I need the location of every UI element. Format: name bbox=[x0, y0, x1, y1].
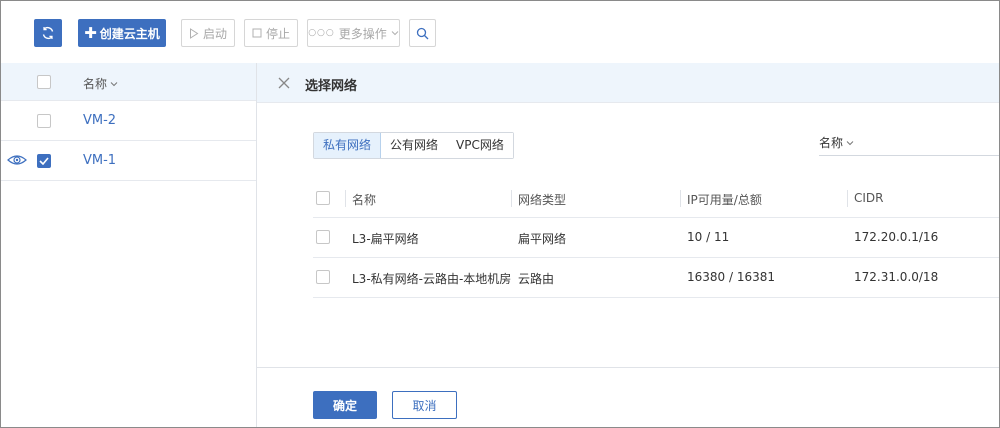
tab-vpc-network[interactable]: VPC网络 bbox=[447, 133, 513, 158]
toolbar: ✚ 创建云主机 启动 停止 ○○○ 更多操作 bbox=[1, 1, 999, 63]
vm-name-link[interactable]: VM-2 bbox=[83, 113, 116, 128]
confirm-button[interactable]: 确定 bbox=[313, 391, 377, 419]
tab-public-network[interactable]: 公有网络 bbox=[381, 133, 448, 158]
vm-checkbox-checked[interactable] bbox=[37, 154, 51, 168]
row-checkbox[interactable] bbox=[316, 270, 330, 284]
plus-icon: ✚ bbox=[84, 23, 97, 42]
vm-list-item[interactable]: VM-2 bbox=[1, 101, 256, 141]
name-column-header[interactable]: 名称 bbox=[83, 75, 118, 92]
refresh-icon bbox=[42, 26, 54, 40]
start-button[interactable]: 启动 bbox=[181, 19, 235, 47]
create-vm-button[interactable]: ✚ 创建云主机 bbox=[78, 19, 166, 47]
chevron-down-icon bbox=[110, 81, 118, 86]
cancel-button[interactable]: 取消 bbox=[392, 391, 457, 419]
sort-label: 名称 bbox=[819, 134, 854, 151]
table-row[interactable]: L3-扁平网络 扁平网络 10 / 11 172.20.0.1/16 bbox=[313, 218, 999, 258]
ip-usage: 10 / 11 bbox=[687, 230, 730, 244]
column-divider bbox=[847, 190, 848, 207]
row-checkbox[interactable] bbox=[316, 230, 330, 244]
column-header-cidr: CIDR bbox=[854, 191, 884, 205]
column-divider bbox=[511, 190, 512, 207]
stop-label: 停止 bbox=[265, 26, 290, 41]
stop-icon bbox=[252, 28, 262, 38]
column-header-ip-usage: IP可用量/总额 bbox=[687, 193, 762, 207]
more-actions-label: 更多操作 bbox=[338, 26, 387, 41]
network-name: L3-扁平网络 bbox=[352, 232, 419, 246]
drawer-footer: 确定 取消 bbox=[257, 367, 999, 427]
table-header-row: 名称 网络类型 IP可用量/总额 CIDR bbox=[313, 180, 999, 218]
cidr: 172.20.0.1/16 bbox=[854, 230, 939, 244]
app-window: ✚ 创建云主机 启动 停止 ○○○ 更多操作 名称 VM-2 VM-1 选择网络… bbox=[0, 0, 1000, 428]
network-type: 扁平网络 bbox=[518, 232, 567, 246]
column-divider bbox=[345, 190, 346, 207]
vm-list-panel: 名称 VM-2 VM-1 bbox=[1, 63, 256, 427]
network-table: 名称 网络类型 IP可用量/总额 CIDR L3-扁平网络 扁平网络 10 / … bbox=[313, 180, 999, 298]
column-header-name: 名称 bbox=[352, 193, 377, 207]
more-actions-button[interactable]: ○○○ 更多操作 bbox=[307, 19, 400, 47]
check-icon bbox=[39, 157, 49, 165]
network-type: 云路由 bbox=[518, 272, 555, 286]
tab-private-network[interactable]: 私有网络 bbox=[314, 133, 382, 158]
play-icon bbox=[189, 27, 199, 39]
search-icon bbox=[416, 27, 429, 39]
column-divider bbox=[680, 190, 681, 207]
refresh-button[interactable] bbox=[34, 19, 62, 47]
vm-checkbox[interactable] bbox=[37, 114, 51, 128]
table-row[interactable]: L3-私有网络-云路由-本地机房 云路由 16380 / 16381 172.3… bbox=[313, 258, 999, 298]
chevron-down-icon bbox=[391, 31, 399, 36]
select-all-checkbox[interactable] bbox=[37, 75, 51, 89]
start-label: 启动 bbox=[202, 26, 227, 41]
vm-list-item[interactable]: VM-1 bbox=[1, 141, 256, 181]
drawer-header: 选择网络 bbox=[257, 63, 999, 103]
vm-list-header: 名称 bbox=[1, 63, 256, 101]
ip-usage: 16380 / 16381 bbox=[687, 270, 776, 284]
network-name: L3-私有网络-云路由-本地机房 bbox=[352, 272, 512, 286]
eye-icon[interactable] bbox=[7, 152, 27, 168]
close-icon[interactable] bbox=[277, 76, 291, 90]
chevron-down-icon bbox=[846, 140, 854, 145]
drawer-title: 选择网络 bbox=[305, 79, 358, 94]
stop-button[interactable]: 停止 bbox=[244, 19, 298, 47]
cidr: 172.31.0.0/18 bbox=[854, 270, 939, 284]
vm-name-link[interactable]: VM-1 bbox=[83, 153, 116, 168]
network-type-tabs: 私有网络 公有网络 VPC网络 bbox=[313, 132, 514, 159]
create-vm-label: 创建云主机 bbox=[99, 26, 160, 41]
search-button[interactable] bbox=[409, 19, 436, 47]
select-network-drawer: 选择网络 私有网络 公有网络 VPC网络 名称 名称 网络类型 IP可用量/总额… bbox=[256, 63, 999, 427]
column-header-network-type: 网络类型 bbox=[518, 193, 567, 207]
more-dots-icon: ○○○ bbox=[308, 28, 335, 38]
select-all-networks-checkbox[interactable] bbox=[316, 191, 330, 205]
sort-dropdown[interactable]: 名称 bbox=[819, 131, 999, 156]
